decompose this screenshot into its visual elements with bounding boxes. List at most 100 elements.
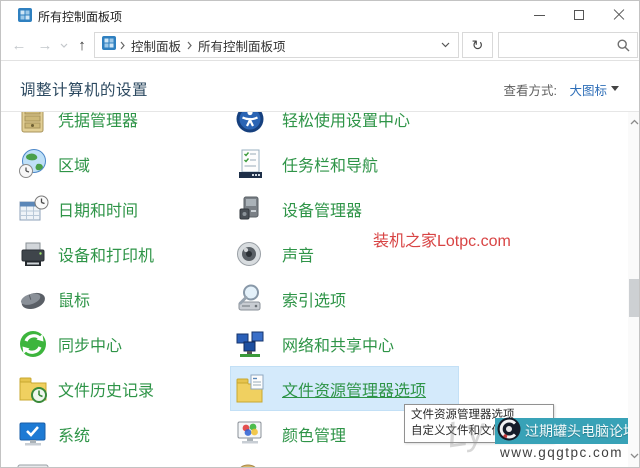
address-dropdown-button[interactable] xyxy=(441,42,450,48)
back-button[interactable]: ← xyxy=(7,29,31,61)
search-box xyxy=(498,32,638,58)
item-taskbar-navigation[interactable]: 任务栏和导航 xyxy=(234,148,459,180)
control-panel-window: 所有控制面板项 ← → ↑ 控制面板 所有控制面板项 ↻ 调整计算机的设置 查看… xyxy=(0,0,640,468)
credential-manager-icon xyxy=(17,112,49,135)
devices-printers-icon xyxy=(17,238,49,270)
sync-center-icon xyxy=(17,328,49,360)
chevron-right-icon xyxy=(120,41,125,50)
system-icon xyxy=(17,418,49,450)
titlebar: 所有控制面板项 xyxy=(1,1,639,29)
device-manager-icon xyxy=(234,193,266,225)
item-label: 鼠标 xyxy=(58,293,91,310)
chevron-down-icon xyxy=(60,43,68,48)
refresh-button[interactable]: ↻ xyxy=(462,32,493,58)
page-title: 调整计算机的设置 xyxy=(20,82,149,99)
view-by-label: 查看方式: xyxy=(503,84,557,98)
item-label: 区域 xyxy=(58,158,91,175)
view-by-selector[interactable]: 大图标 xyxy=(569,80,607,99)
region-icon xyxy=(17,148,49,180)
item-label: 文件资源管理器选项 xyxy=(282,383,427,400)
item-partial[interactable] xyxy=(234,463,459,467)
chevron-down-icon[interactable] xyxy=(611,86,619,91)
item-label: 设备和打印机 xyxy=(58,248,155,265)
faint-watermark: Ly xyxy=(444,409,487,456)
item-date-time[interactable]: 日期和时间 xyxy=(17,193,222,225)
breadcrumb-all-items[interactable]: 所有控制面板项 xyxy=(196,36,288,55)
chevron-up-icon xyxy=(630,119,639,125)
scrollbar[interactable] xyxy=(628,112,639,467)
address-bar[interactable]: 控制面板 所有控制面板项 xyxy=(94,32,459,58)
scroll-down-button[interactable] xyxy=(628,448,639,464)
scrollbar-thumb[interactable] xyxy=(629,279,639,317)
item-label: 系统 xyxy=(58,428,91,445)
maximize-icon xyxy=(574,10,584,20)
indexing-options-icon xyxy=(234,283,266,315)
network-sharing-icon xyxy=(234,328,266,360)
forward-icon: → xyxy=(37,36,53,54)
item-mouse[interactable]: 鼠标 xyxy=(17,283,222,315)
taskbar-navigation-icon xyxy=(234,148,266,180)
item-partial[interactable] xyxy=(17,463,222,467)
ease-of-access-icon xyxy=(234,112,266,135)
item-indexing-options[interactable]: 索引选项 xyxy=(234,283,459,315)
forward-button[interactable]: → xyxy=(33,29,57,61)
item-label: 凭据管理器 xyxy=(58,113,139,130)
minimize-button[interactable] xyxy=(519,1,559,29)
item-sync-center[interactable]: 同步中心 xyxy=(17,328,222,360)
watermark-red-text: 装机之家Lotpc.com xyxy=(373,233,511,250)
recent-pages-button[interactable] xyxy=(57,29,71,61)
chevron-down-icon xyxy=(441,42,450,48)
file-history-icon xyxy=(17,373,49,405)
item-network-sharing[interactable]: 网络和共享中心 xyxy=(234,328,459,360)
page-header: 调整计算机的设置 查看方式: 大图标 xyxy=(1,61,639,112)
mouse-icon xyxy=(17,283,49,315)
item-label: 任务栏和导航 xyxy=(282,158,379,175)
sound-icon xyxy=(234,238,266,270)
watermark-badge-text: 过期罐头电脑论坛 xyxy=(525,423,637,439)
minimize-icon xyxy=(533,14,545,16)
watermark-url: www.gqgtpc.com xyxy=(500,445,624,460)
item-label: 颜色管理 xyxy=(282,428,347,445)
chevron-right-icon xyxy=(187,41,192,50)
control-panel-icon xyxy=(102,35,116,55)
item-file-history[interactable]: 文件历史记录 xyxy=(17,373,222,405)
item-devices-printers[interactable]: 设备和打印机 xyxy=(17,238,222,270)
color-management-icon xyxy=(234,418,266,450)
close-icon xyxy=(613,9,625,21)
back-icon: ← xyxy=(11,36,27,54)
refresh-icon: ↻ xyxy=(471,36,484,53)
partial-icon xyxy=(17,463,49,467)
search-input[interactable] xyxy=(503,34,613,56)
up-button[interactable]: ↑ xyxy=(71,29,93,61)
partial-icon xyxy=(234,463,266,467)
item-label: 文件历史记录 xyxy=(58,383,155,400)
item-label: 声音 xyxy=(282,248,315,265)
scroll-up-button[interactable] xyxy=(628,114,639,130)
item-label: 日期和时间 xyxy=(58,203,139,220)
date-time-icon xyxy=(17,193,49,225)
breadcrumb-control-panel[interactable]: 控制面板 xyxy=(129,36,183,55)
maximize-button[interactable] xyxy=(559,1,599,29)
watermark-badge: 过期罐头电脑论坛 xyxy=(495,417,639,446)
control-panel-items-list: 凭据管理器 轻松使用设置中心 区域 任务栏和导航 日期和时间 设备管理器 设备和… xyxy=(1,112,639,467)
item-label: 同步中心 xyxy=(58,338,123,355)
item-credential-manager[interactable]: 凭据管理器 xyxy=(17,112,222,135)
window-title: 所有控制面板项 xyxy=(38,10,123,24)
item-ease-of-access[interactable]: 轻松使用设置中心 xyxy=(234,112,459,135)
forum-logo-icon xyxy=(497,417,521,446)
item-label: 设备管理器 xyxy=(282,203,363,220)
close-button[interactable] xyxy=(599,1,639,29)
control-panel-icon xyxy=(18,8,32,27)
item-file-explorer-options[interactable]: 文件资源管理器选项 xyxy=(234,373,459,405)
item-device-manager[interactable]: 设备管理器 xyxy=(234,193,459,225)
search-icon xyxy=(617,39,630,57)
file-explorer-options-icon xyxy=(234,373,266,405)
item-label: 网络和共享中心 xyxy=(282,338,395,355)
item-label: 轻松使用设置中心 xyxy=(282,113,411,130)
item-label: 索引选项 xyxy=(282,293,347,310)
chevron-down-icon xyxy=(630,453,639,459)
navigation-bar: ← → ↑ 控制面板 所有控制面板项 ↻ xyxy=(1,29,639,61)
item-region[interactable]: 区域 xyxy=(17,148,222,180)
item-system[interactable]: 系统 xyxy=(17,418,222,450)
up-icon: ↑ xyxy=(78,36,86,54)
